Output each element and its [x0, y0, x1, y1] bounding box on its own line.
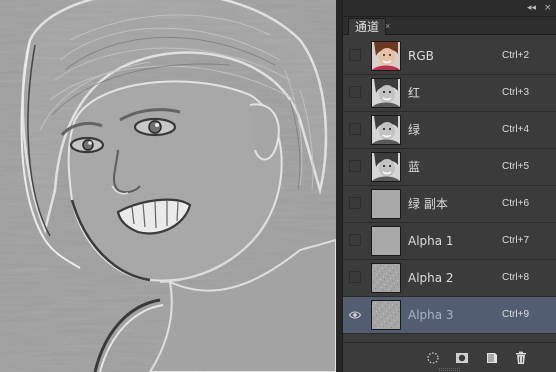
selection-dotted-circle-icon[interactable] — [426, 351, 440, 365]
tab-close-icon[interactable]: × — [385, 18, 395, 35]
visibility-toggle[interactable] — [349, 86, 361, 98]
channel-shortcut: Ctrl+3 — [502, 87, 529, 98]
channels-panel: ◂◂ × 通道 × RGB Ctrl+2 红 Ctrl+3 绿 Ctrl+4 蓝 Ctrl+5… — [342, 0, 556, 372]
resize-grip-icon[interactable] — [439, 368, 461, 371]
channel-thumbnail — [371, 152, 401, 182]
channel-row[interactable]: RGB Ctrl+2 — [343, 38, 556, 75]
visibility-toggle[interactable] — [349, 160, 361, 172]
channel-name: RGB — [408, 49, 434, 63]
channel-row[interactable]: Alpha 3 Ctrl+9 — [343, 297, 556, 334]
channel-row[interactable]: 绿 副本 Ctrl+6 — [343, 186, 556, 223]
channel-row[interactable]: Alpha 2 Ctrl+8 — [343, 260, 556, 297]
close-panel-icon[interactable]: × — [544, 3, 552, 13]
channel-name: 绿 — [408, 123, 421, 137]
tab-channels[interactable]: 通道 — [348, 18, 387, 35]
channel-list: RGB Ctrl+2 红 Ctrl+3 绿 Ctrl+4 蓝 Ctrl+5 绿 副本 Ctrl+6… — [343, 38, 556, 334]
channel-thumbnail — [371, 263, 401, 293]
eye-icon — [348, 311, 362, 319]
channel-thumbnail — [371, 41, 401, 71]
channel-name: Alpha 1 — [408, 234, 454, 248]
channel-thumbnail — [371, 115, 401, 145]
visibility-toggle[interactable] — [349, 123, 361, 135]
channel-thumbnail — [371, 300, 401, 330]
visibility-toggle[interactable] — [348, 308, 362, 320]
embossed-portrait-image — [0, 0, 336, 372]
channel-name: 绿 副本 — [408, 197, 448, 211]
channel-name: Alpha 3 — [408, 308, 454, 322]
panel-bottom-toolbar — [343, 342, 556, 372]
channel-row[interactable]: Alpha 1 Ctrl+7 — [343, 223, 556, 260]
document-canvas[interactable] — [0, 0, 336, 372]
channel-row[interactable]: 红 Ctrl+3 — [343, 75, 556, 112]
channel-shortcut: Ctrl+4 — [502, 124, 529, 135]
visibility-toggle[interactable] — [349, 197, 361, 209]
visibility-toggle[interactable] — [349, 234, 361, 246]
trash-icon[interactable] — [514, 351, 528, 365]
save-mask-icon[interactable] — [455, 351, 469, 365]
channel-thumbnail — [371, 226, 401, 256]
channel-shortcut: Ctrl+9 — [502, 309, 529, 320]
channel-name: 红 — [408, 86, 421, 100]
channel-thumbnail — [371, 189, 401, 219]
collapse-panel-icon[interactable]: ◂◂ — [527, 3, 536, 13]
channel-name: Alpha 2 — [408, 271, 454, 285]
panel-tab-row: 通道 × — [343, 17, 556, 48]
visibility-toggle[interactable] — [349, 49, 361, 61]
new-channel-icon[interactable] — [485, 351, 499, 365]
panel-title-bar: ◂◂ × — [343, 0, 556, 17]
channel-name: 蓝 — [408, 160, 421, 174]
channel-shortcut: Ctrl+7 — [502, 235, 529, 246]
visibility-toggle[interactable] — [349, 271, 361, 283]
channel-row[interactable]: 蓝 Ctrl+5 — [343, 149, 556, 186]
channel-thumbnail — [371, 78, 401, 108]
channel-shortcut: Ctrl+8 — [502, 272, 529, 283]
channel-shortcut: Ctrl+6 — [502, 198, 529, 209]
channel-shortcut: Ctrl+2 — [502, 50, 529, 61]
channel-row[interactable]: 绿 Ctrl+4 — [343, 112, 556, 149]
channel-shortcut: Ctrl+5 — [502, 161, 529, 172]
